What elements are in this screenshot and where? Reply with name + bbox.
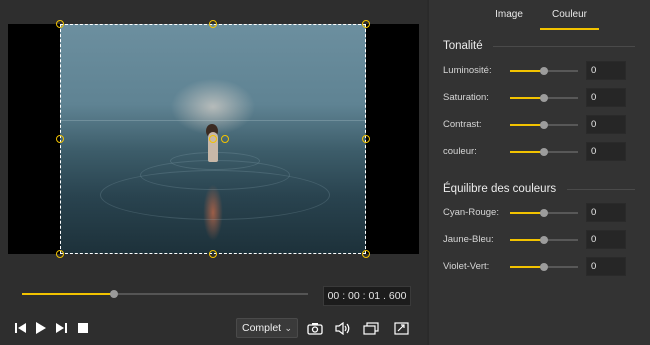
- adjust-label: couleur:: [443, 146, 477, 157]
- seek-thumb[interactable]: [109, 290, 118, 298]
- seek-progress: [22, 293, 114, 295]
- preview-panel: 00 : 00 : 01 . 600 Complet ⌄: [0, 0, 427, 345]
- adjust-label: Saturation:: [443, 92, 489, 103]
- adjust-row: Violet-Vert: 0: [429, 257, 650, 277]
- adjust-value-input[interactable]: 0: [586, 88, 626, 107]
- adjust-row: Contrast: 0: [429, 115, 650, 135]
- seek-track[interactable]: [22, 290, 308, 298]
- slider-fill: [510, 239, 544, 241]
- adjust-row: Jaune-Bleu: 0: [429, 230, 650, 250]
- adjust-slider[interactable]: [510, 148, 578, 156]
- adjust-row: Luminosité: 0: [429, 61, 650, 81]
- crop-handle-top-left[interactable]: [56, 20, 64, 28]
- crop-handle-top-right[interactable]: [362, 20, 370, 28]
- stop-icon[interactable]: [74, 319, 92, 337]
- section-divider: [493, 46, 635, 47]
- adjust-value-input[interactable]: 0: [586, 257, 626, 276]
- previous-frame-icon[interactable]: [12, 319, 30, 337]
- video-editor-window: 00 : 00 : 01 . 600 Complet ⌄ Image Coule…: [0, 0, 650, 345]
- adjust-label: Violet-Vert:: [443, 261, 490, 272]
- slider-thumb[interactable]: [540, 236, 548, 244]
- slider-thumb[interactable]: [540, 94, 548, 102]
- adjust-slider[interactable]: [510, 94, 578, 102]
- zoom-select[interactable]: Complet ⌄: [236, 318, 298, 338]
- playback-controls: Complet ⌄: [0, 314, 427, 342]
- adjust-value-input[interactable]: 0: [586, 61, 626, 80]
- slider-fill: [510, 266, 544, 268]
- play-icon[interactable]: [32, 319, 50, 337]
- adjust-label: Jaune-Bleu:: [443, 234, 494, 245]
- adjust-slider[interactable]: [510, 121, 578, 129]
- crop-center-handle[interactable]: [221, 135, 229, 143]
- tab-bar: Image Couleur: [429, 0, 650, 32]
- adjust-label: Contrast:: [443, 119, 482, 130]
- crop-handle-right[interactable]: [362, 135, 370, 143]
- timecode-display: 00 : 00 : 01 . 600: [323, 286, 411, 306]
- adjust-row: Saturation: 0: [429, 88, 650, 108]
- adjust-slider[interactable]: [510, 67, 578, 75]
- active-tab-indicator: [540, 28, 599, 30]
- adjust-slider[interactable]: [510, 263, 578, 271]
- adjust-value-input[interactable]: 0: [586, 203, 626, 222]
- crop-center-handle[interactable]: [209, 135, 217, 143]
- section-title-equilibre: Équilibre des couleurs: [443, 183, 557, 195]
- slider-fill: [510, 97, 544, 99]
- adjust-row: couleur: 0: [429, 142, 650, 162]
- adjust-value-input[interactable]: 0: [586, 142, 626, 161]
- adjust-slider[interactable]: [510, 209, 578, 217]
- adjust-slider[interactable]: [510, 236, 578, 244]
- slider-fill: [510, 70, 544, 72]
- crop-handle-top[interactable]: [209, 20, 217, 28]
- slider-thumb[interactable]: [540, 148, 548, 156]
- adjust-row: Cyan-Rouge: 0: [429, 203, 650, 223]
- adjust-value-input[interactable]: 0: [586, 230, 626, 249]
- slider-thumb[interactable]: [540, 209, 548, 217]
- section-divider: [567, 189, 635, 190]
- volume-icon[interactable]: [334, 319, 352, 337]
- adjust-label: Cyan-Rouge:: [443, 207, 499, 218]
- tab-couleur[interactable]: Couleur: [540, 9, 599, 20]
- slider-fill: [510, 124, 544, 126]
- adjust-value-input[interactable]: 0: [586, 115, 626, 134]
- slider-thumb[interactable]: [540, 67, 548, 75]
- crop-handle-bottom-right[interactable]: [362, 250, 370, 258]
- tab-image[interactable]: Image: [487, 9, 531, 20]
- zoom-select-value: Complet: [242, 322, 282, 334]
- crop-handle-bottom[interactable]: [209, 250, 217, 258]
- adjustment-panel: Image Couleur Tonalité Luminosité: 0 Satur…: [428, 0, 650, 345]
- slider-fill: [510, 151, 544, 153]
- section-title-tonalite: Tonalité: [443, 40, 483, 52]
- copy-window-icon[interactable]: [362, 319, 380, 337]
- crop-handle-bottom-left[interactable]: [56, 250, 64, 258]
- chevron-down-icon: ⌄: [284, 323, 292, 333]
- slider-fill: [510, 212, 544, 214]
- video-preview: [8, 20, 419, 258]
- adjust-label: Luminosité:: [443, 65, 492, 76]
- crop-handle-left[interactable]: [56, 135, 64, 143]
- next-frame-icon[interactable]: [52, 319, 70, 337]
- camera-icon[interactable]: [306, 319, 324, 337]
- fullscreen-icon[interactable]: [392, 319, 410, 337]
- slider-thumb[interactable]: [540, 263, 548, 271]
- slider-thumb[interactable]: [540, 121, 548, 129]
